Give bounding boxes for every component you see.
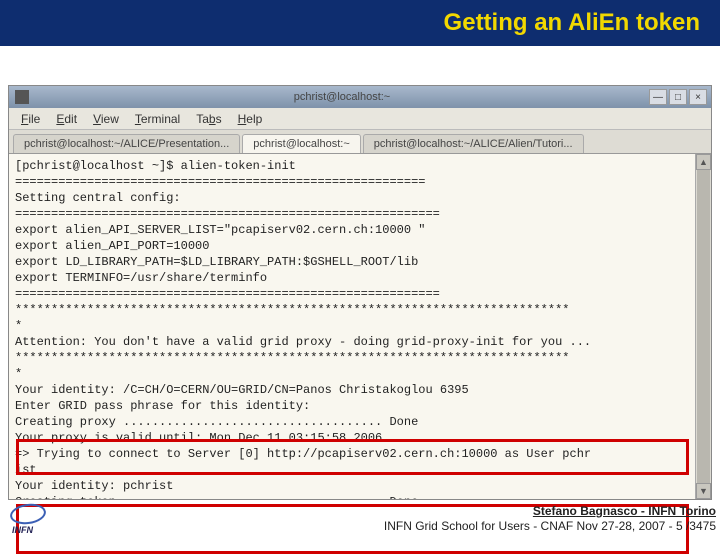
footer-event: INFN Grid School for Users - CNAF Nov 27… (384, 519, 716, 534)
term-line: Your proxy is valid until: Mon Dec 11 03… (15, 431, 382, 445)
close-button[interactable]: × (689, 89, 707, 105)
term-line: export alien_API_PORT=10000 (15, 239, 209, 253)
terminal-output[interactable]: [pchrist@localhost ~]$ alien-token-init … (9, 154, 711, 499)
menu-view[interactable]: View (87, 110, 125, 128)
term-line: Enter GRID pass phrase for this identity… (15, 399, 310, 413)
term-line: ========================================… (15, 287, 440, 301)
term-line: [pchrist@localhost ~]$ alien-token-init (15, 159, 296, 173)
menu-edit[interactable]: Edit (50, 110, 83, 128)
infn-logo: INFN (6, 502, 54, 534)
term-line: => Trying to connect to Server [0] http:… (15, 447, 591, 461)
window-titlebar[interactable]: pchrist@localhost:~ — □ × (9, 86, 711, 108)
minimize-button[interactable]: — (649, 89, 667, 105)
terminal-window: pchrist@localhost:~ — □ × File Edit View… (8, 85, 712, 500)
logo-text: INFN (12, 525, 33, 535)
slide-title: Getting an AliEn token (444, 9, 700, 37)
menubar: File Edit View Terminal Tabs Help (9, 108, 711, 130)
term-line: * (15, 319, 22, 333)
term-line: ****************************************… (15, 351, 570, 365)
term-line: export LD_LIBRARY_PATH=$LD_LIBRARY_PATH:… (15, 255, 418, 269)
term-line: export TERMINFO=/usr/share/terminfo (15, 271, 267, 285)
term-line: Your identity: /C=CH/O=CERN/OU=GRID/CN=P… (15, 383, 469, 397)
slide-title-bar: Getting an AliEn token (0, 0, 720, 46)
scroll-thumb[interactable] (697, 170, 710, 483)
menu-terminal[interactable]: Terminal (129, 110, 186, 128)
tab-presentation[interactable]: pchrist@localhost:~/ALICE/Presentation..… (13, 134, 240, 153)
tab-tutorial[interactable]: pchrist@localhost:~/ALICE/Alien/Tutori..… (363, 134, 584, 153)
app-icon (15, 90, 29, 104)
term-line: * (15, 367, 22, 381)
scroll-up-icon[interactable]: ▲ (696, 154, 711, 170)
tab-bar: pchrist@localhost:~/ALICE/Presentation..… (9, 130, 711, 154)
term-line: Setting central config: (15, 191, 181, 205)
term-line: Attention: You don't have a valid grid p… (15, 335, 591, 349)
term-line: ist (15, 463, 37, 477)
menu-tabs[interactable]: Tabs (190, 110, 227, 128)
term-line: ========================================… (15, 175, 425, 189)
menu-help[interactable]: Help (232, 110, 269, 128)
tab-home[interactable]: pchrist@localhost:~ (242, 134, 360, 153)
term-line: ========================================… (15, 207, 440, 221)
term-line: Creating proxy .........................… (15, 415, 418, 429)
logo-ellipse-icon (9, 502, 47, 527)
window-title: pchrist@localhost:~ (35, 91, 649, 103)
maximize-button[interactable]: □ (669, 89, 687, 105)
term-line: Creating token .........................… (15, 495, 418, 499)
term-line: ****************************************… (15, 303, 570, 317)
scroll-down-icon[interactable]: ▼ (696, 483, 711, 499)
vertical-scrollbar[interactable]: ▲ ▼ (695, 154, 711, 499)
menu-file[interactable]: File (15, 110, 46, 128)
slide-footer: INFN Stefano Bagnasco - INFN Torino INFN… (6, 502, 716, 534)
term-line: Your identity: pchrist (15, 479, 173, 493)
term-line: export alien_API_SERVER_LIST="pcapiserv0… (15, 223, 425, 237)
footer-author: Stefano Bagnasco - INFN Torino (384, 504, 716, 519)
